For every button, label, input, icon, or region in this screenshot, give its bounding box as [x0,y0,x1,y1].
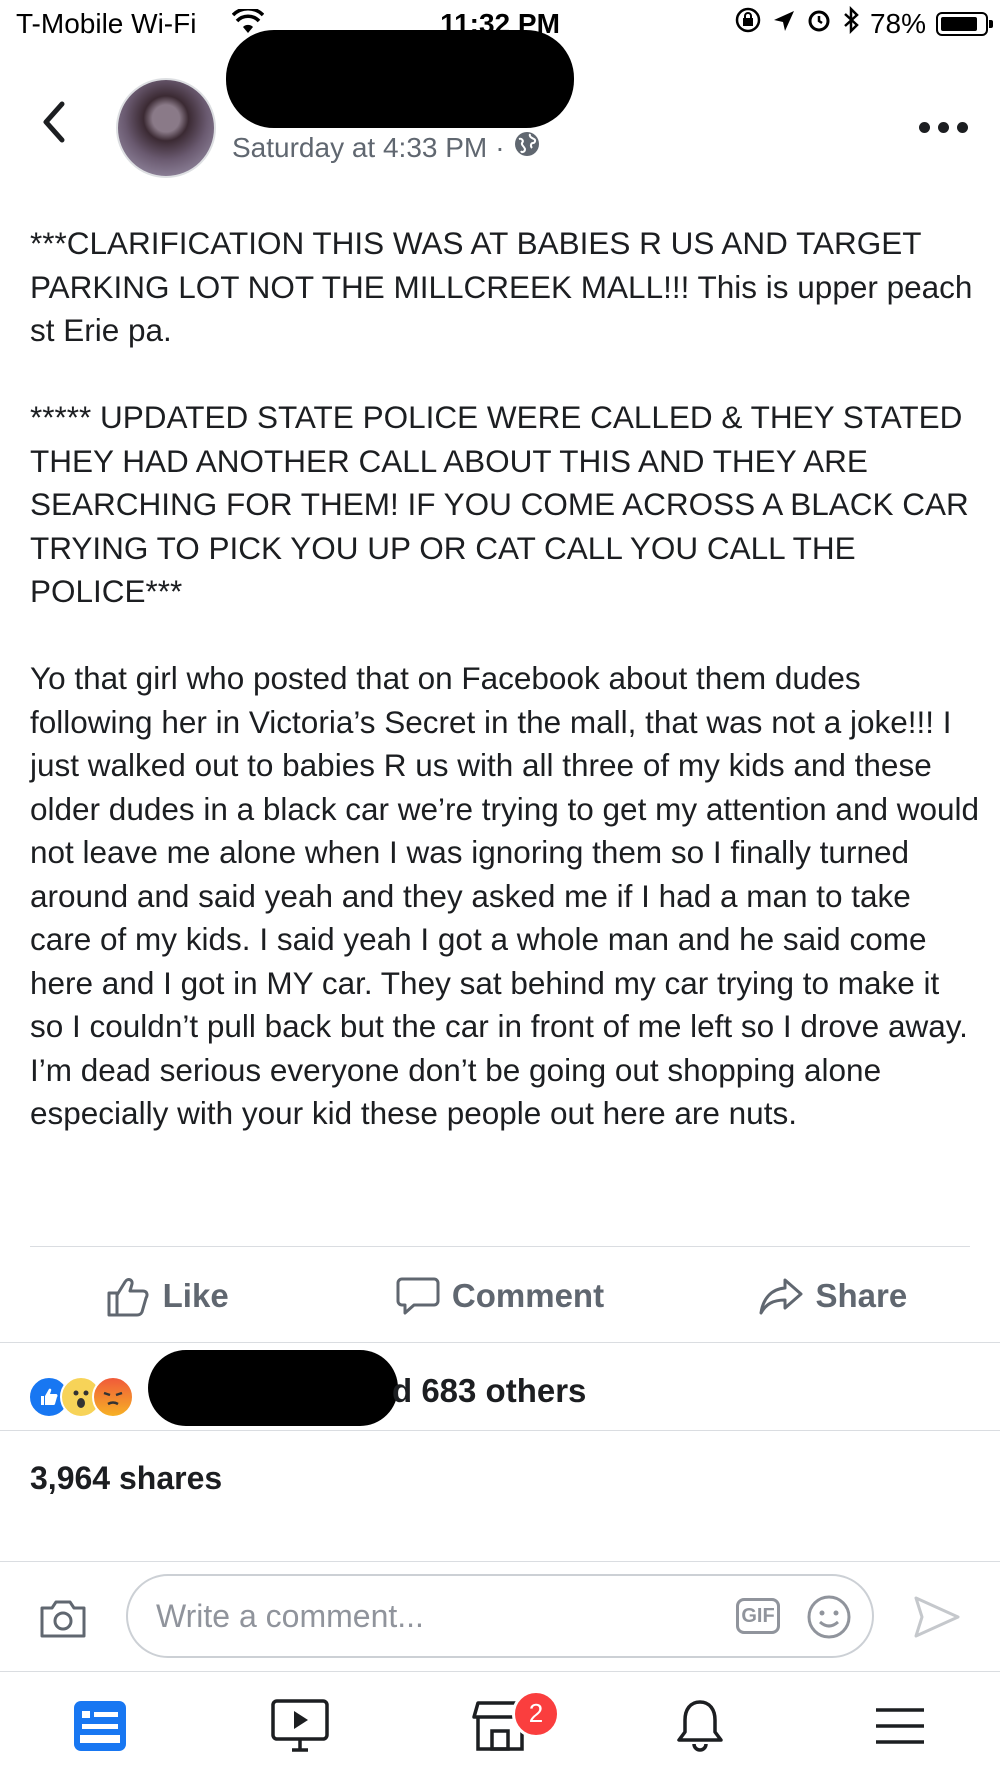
more-dot [919,122,930,133]
bottom-tab-bar: 2 [0,1671,1000,1779]
timestamp-separator: · [495,131,505,163]
post-timestamp: Saturday at 4:33 PM [232,131,488,163]
comment-icon [396,1277,440,1315]
post-timestamp-row[interactable]: Saturday at 4:33 PM · [232,130,541,165]
tab-watch[interactable] [200,1672,400,1779]
smiley-icon [807,1595,851,1639]
status-right: 78% [734,5,993,41]
more-dot [938,122,949,133]
more-options-button[interactable] [919,122,968,133]
camera-button[interactable] [38,1596,88,1645]
reactions-others-text[interactable]: d 683 others [392,1372,586,1410]
divider [30,1246,970,1247]
comment-button[interactable]: Comment [333,1256,666,1336]
avatar[interactable] [116,78,216,178]
comment-label: Comment [451,1277,605,1314]
post-paragraph: Yo that girl who posted that on Facebook… [30,660,980,1131]
tab-news-feed[interactable] [0,1672,200,1779]
notification-badge: 2 [512,1690,560,1738]
redacted-reactor-names [148,1350,398,1426]
camera-icon [40,1600,86,1638]
post-actions: Like Comment Share [0,1256,1000,1336]
like-button[interactable]: Like [0,1256,333,1336]
divider [0,1430,1000,1431]
location-icon [772,8,796,40]
post-paragraph: ***CLARIFICATION THIS WAS AT BABIES R US… [30,225,973,348]
tab-marketplace[interactable]: 2 [400,1672,600,1779]
send-icon [914,1596,960,1638]
like-label: Like [162,1277,229,1314]
tab-notifications[interactable] [600,1672,800,1779]
gif-button[interactable]: GIF [736,1598,780,1634]
post-paragraph: ***** UPDATED STATE POLICE WERE CALLED &… [30,399,969,609]
post-body: ***CLARIFICATION THIS WAS AT BABIES R US… [30,222,980,1179]
globe-icon [513,130,541,165]
send-button[interactable] [912,1594,962,1645]
divider [0,1342,1000,1343]
reactions-summary[interactable] [28,1372,134,1422]
news-feed-icon [74,1700,126,1751]
video-play-icon [271,1698,329,1752]
comment-placeholder: Write a comment... [156,1598,424,1634]
alarm-icon [806,7,832,40]
angry-icon [92,1376,134,1418]
tab-menu[interactable] [800,1672,1000,1779]
share-button[interactable]: Share [667,1256,1000,1336]
thumbs-up-icon [107,1278,149,1317]
bluetooth-icon [842,5,860,41]
share-label: Share [815,1277,908,1314]
orientation-lock-icon [734,6,762,41]
more-dot [957,122,968,133]
redacted-name [226,30,574,128]
bell-icon [677,1699,723,1752]
back-button[interactable] [40,100,66,149]
hamburger-menu-icon [876,1707,924,1744]
battery-icon [936,11,993,36]
chevron-left-icon [43,101,65,143]
emoji-button[interactable] [806,1594,852,1645]
battery-percent: 78% [869,7,926,39]
share-arrow-icon [759,1278,803,1315]
shares-count[interactable]: 3,964 shares [30,1460,222,1497]
